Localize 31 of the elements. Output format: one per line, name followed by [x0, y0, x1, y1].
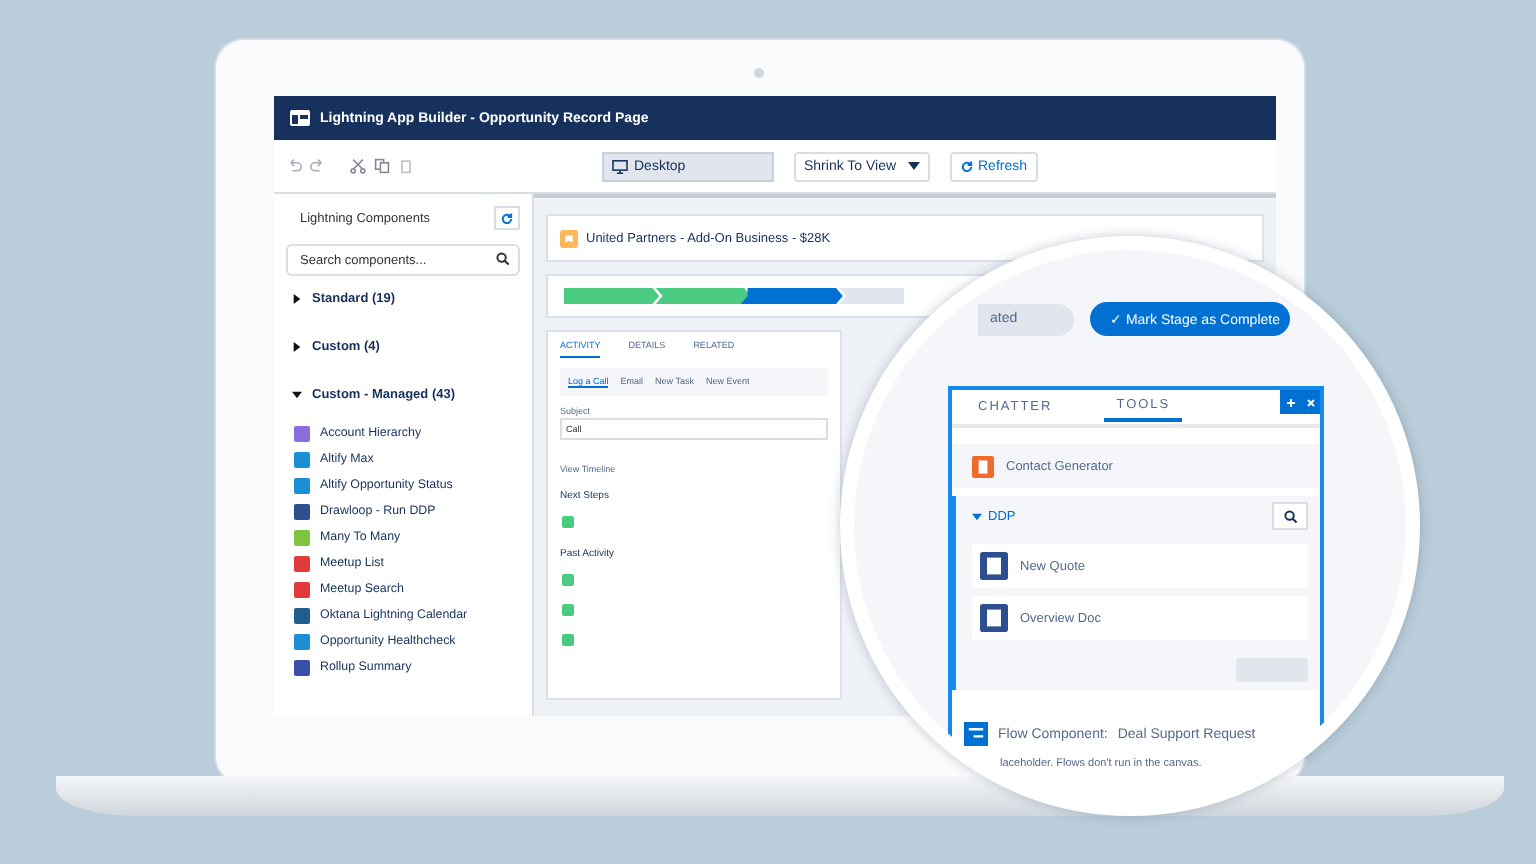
document-icon [980, 604, 1008, 632]
opportunity-icon [560, 229, 578, 247]
search-button[interactable] [1272, 502, 1308, 530]
redo-icon[interactable] [310, 158, 326, 174]
delete-icon[interactable] [398, 158, 414, 174]
contact-card-icon [972, 455, 994, 477]
search-icon [1283, 509, 1297, 523]
caret-icon [292, 294, 302, 304]
document-icon [980, 552, 1008, 580]
monitor-icon [612, 159, 628, 173]
search-icon [496, 252, 510, 266]
close-icon[interactable] [1305, 397, 1315, 407]
refresh-icon [960, 159, 974, 173]
camera-icon [754, 68, 764, 78]
caret-icon [292, 342, 302, 352]
task-icon [562, 634, 574, 646]
flow-icon [964, 722, 988, 746]
caret-icon [972, 511, 982, 521]
task-icon [562, 574, 574, 586]
task-icon [562, 604, 574, 616]
tab-controls[interactable] [1280, 390, 1320, 414]
copy-icon[interactable] [374, 158, 390, 174]
refresh-button[interactable] [494, 206, 520, 230]
caret-icon [908, 162, 920, 170]
app-icon [290, 110, 310, 126]
cut-icon[interactable] [350, 158, 366, 174]
undo-icon[interactable] [286, 158, 302, 174]
refresh-icon [500, 211, 514, 225]
caret-icon [292, 390, 302, 400]
task-icon [562, 516, 574, 528]
add-icon[interactable] [1285, 397, 1295, 407]
